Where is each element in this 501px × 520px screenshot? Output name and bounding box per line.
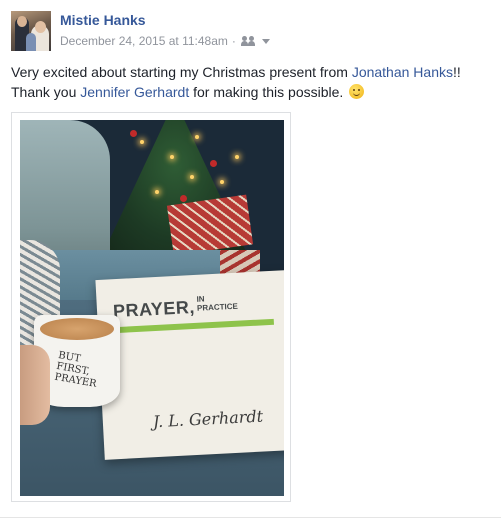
- book-cover: PRAYER, IN PRACTICE J. L. Gerhardt: [95, 270, 284, 460]
- post-meta: December 24, 2015 at 11:48am ·: [60, 34, 270, 48]
- chevron-down-icon[interactable]: [261, 38, 270, 44]
- post-text-part3: for making this possible.: [189, 84, 348, 100]
- photo-image: PRAYER, IN PRACTICE J. L. Gerhardt BUT F…: [20, 120, 284, 496]
- author-name[interactable]: Mistie Hanks: [60, 12, 146, 28]
- mention-jennifer-gerhardt[interactable]: Jennifer Gerhardt: [80, 84, 189, 100]
- post-text-part1: Very excited about starting my Christmas…: [11, 64, 352, 80]
- book-title: PRAYER,: [112, 296, 196, 322]
- avatar[interactable]: [11, 11, 51, 51]
- post-text: Very excited about starting my Christmas…: [11, 62, 491, 102]
- smiley-emoji-icon: [349, 84, 365, 99]
- mug-text: BUT FIRST, PRAYER: [53, 350, 98, 390]
- divider: [0, 517, 501, 518]
- post-photo[interactable]: PRAYER, IN PRACTICE J. L. Gerhardt BUT F…: [11, 112, 291, 502]
- book-subtitle: IN PRACTICE: [196, 294, 239, 313]
- post-timestamp[interactable]: December 24, 2015 at 11:48am: [60, 34, 228, 48]
- book-author: J. L. Gerhardt: [152, 406, 264, 432]
- mention-jonathan-hanks[interactable]: Jonathan Hanks: [352, 64, 453, 80]
- friends-icon[interactable]: [240, 36, 256, 46]
- meta-separator: ·: [231, 34, 236, 48]
